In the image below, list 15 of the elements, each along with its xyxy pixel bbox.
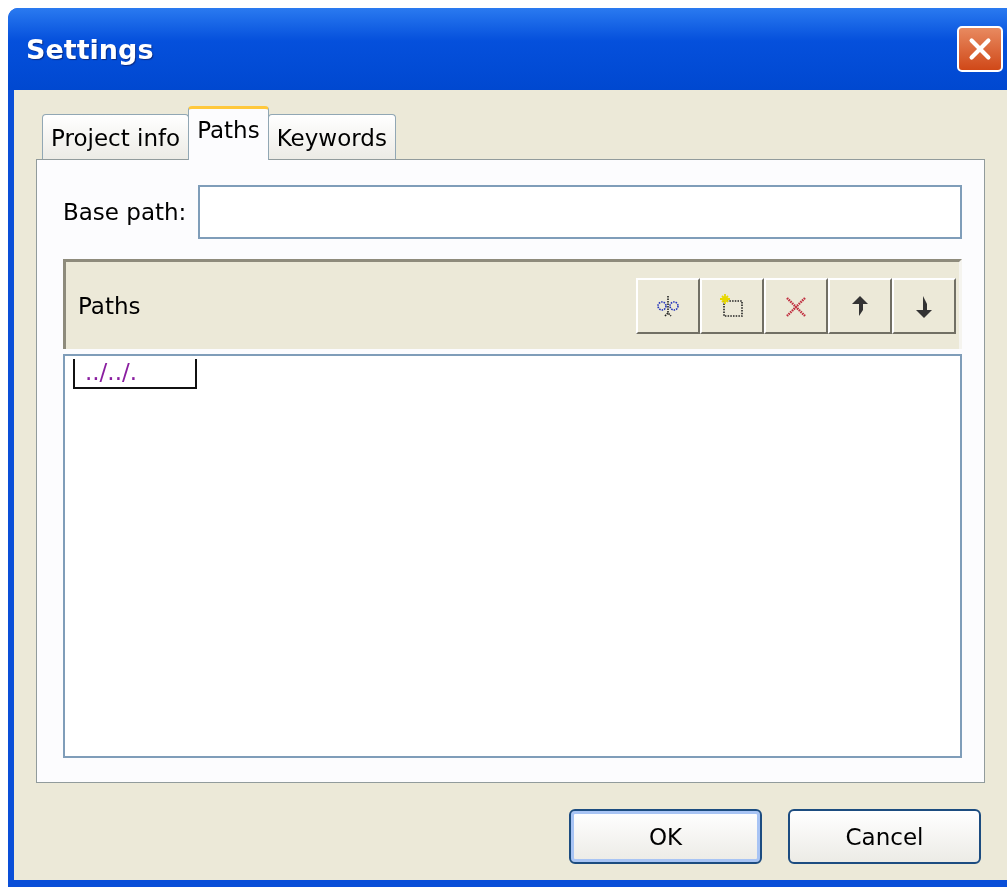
base-path-label: Base path: xyxy=(63,199,187,225)
tab[interactable]: Project info xyxy=(42,114,190,160)
toolbar-button[interactable] xyxy=(828,277,892,334)
paths-title: Paths xyxy=(78,292,141,319)
path-item[interactable]: ../../. xyxy=(73,359,197,389)
close-icon xyxy=(968,37,992,61)
close-button[interactable] xyxy=(957,26,1003,72)
toolbar-button[interactable] xyxy=(892,277,956,334)
base-path-field[interactable] xyxy=(198,185,962,239)
window-title: Settings xyxy=(26,33,154,65)
tab[interactable]: Keywords xyxy=(267,114,396,160)
dialog-button[interactable]: Cancel xyxy=(788,809,981,864)
ok-button[interactable]: OK xyxy=(569,809,762,864)
tab[interactable]: Paths xyxy=(188,106,269,160)
new-item-icon xyxy=(719,292,745,319)
